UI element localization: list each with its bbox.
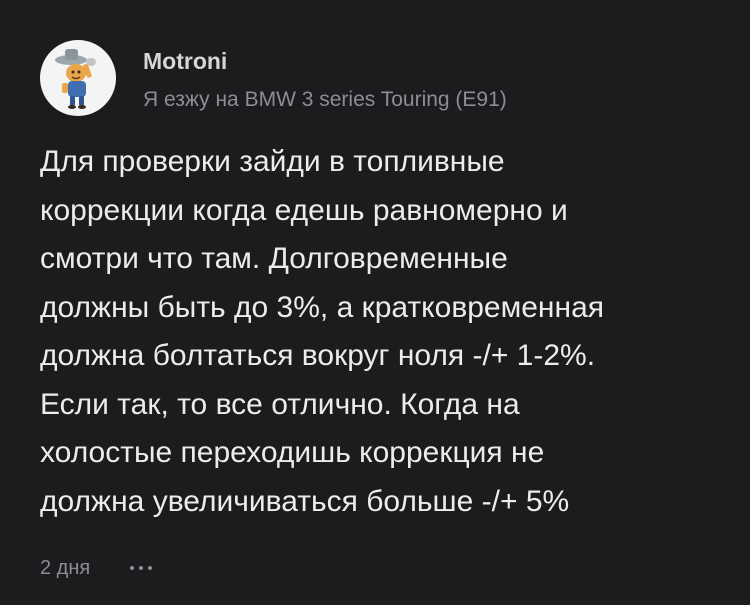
- comment-text-line: должна болтаться вокруг ноля -/+ 1-2%.: [40, 339, 596, 372]
- user-avatar[interactable]: [40, 40, 116, 116]
- comment-text-line: Если так, то все отлично. Когда на: [40, 387, 520, 421]
- comment-timestamp: 2 дня: [40, 557, 91, 579]
- dot: [130, 566, 135, 570]
- comment-text-line: холостые переходишь коррекция не: [40, 436, 545, 469]
- comment-footer: 2 дня: [40, 554, 153, 582]
- comment: Motroni Я езжу на BMW 3 series Touring (…: [0, 0, 750, 605]
- dot: [148, 566, 153, 570]
- comment-text: Для проверки зайди в топливные коррекции…: [40, 138, 730, 526]
- dot: [139, 566, 144, 570]
- comment-text-line: коррекции когда едешь равномерно и: [40, 193, 568, 227]
- comment-text-line: должны быть до 3%, а кратковременная: [40, 290, 604, 324]
- cartoon-character-avatar-icon: [55, 49, 96, 109]
- more-dots-icon[interactable]: [130, 554, 153, 582]
- comment-text-line: смотри что там. Долговременные: [40, 242, 508, 275]
- comment-text-line: Для проверки зайди в топливные: [40, 145, 505, 178]
- comment-text-line: должна увеличиваться больше -/+ 5%: [40, 484, 570, 518]
- author-car: Я езжу на BMW 3 series Touring (E91): [143, 88, 507, 111]
- author-name[interactable]: Motroni: [143, 46, 227, 76]
